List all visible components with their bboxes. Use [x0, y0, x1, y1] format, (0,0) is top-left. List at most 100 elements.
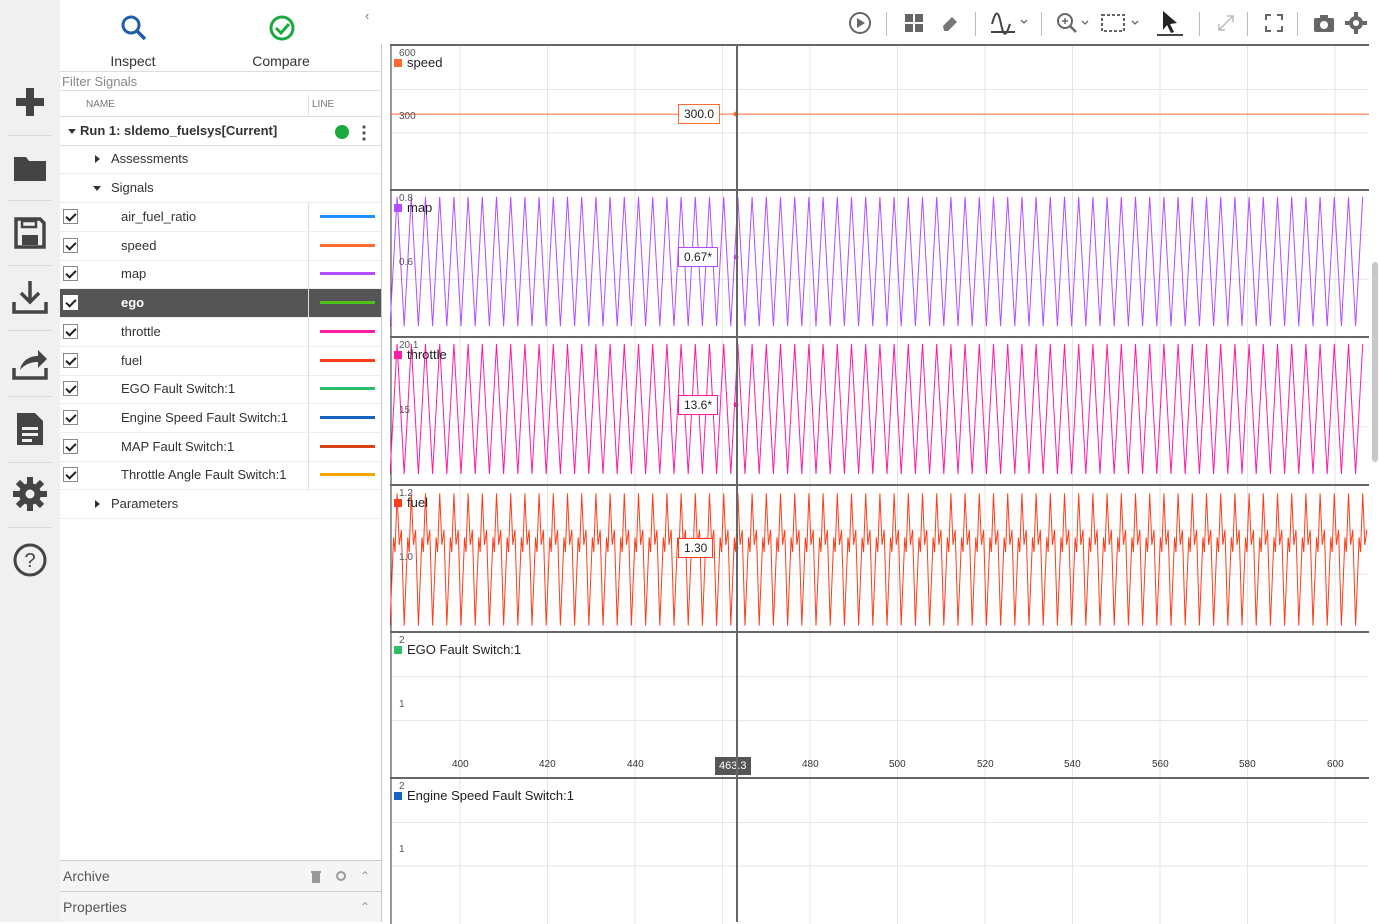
play-icon[interactable]: [847, 10, 873, 36]
subplot-fuel[interactable]: 1.2 1.0 fuel 1.30: [390, 484, 1369, 633]
signal-row[interactable]: throttle: [60, 317, 381, 347]
chevron-up-icon[interactable]: ⌃: [360, 892, 370, 922]
save-icon[interactable]: [6, 206, 54, 260]
archive-panel[interactable]: Archive ⌃: [60, 860, 381, 891]
y-tick-label: 15: [399, 404, 411, 416]
tab-compare[interactable]: Compare: [226, 6, 336, 69]
signal-name: speed: [121, 237, 157, 253]
line-color-swatch[interactable]: [320, 243, 375, 247]
cursor-time-label[interactable]: 463.3: [715, 757, 751, 775]
group-signals-label: Signals: [111, 180, 154, 195]
fit-to-view-icon[interactable]: [1099, 10, 1141, 36]
vertical-scrollbar[interactable]: [1372, 262, 1378, 462]
x-tick-label: 560: [1152, 759, 1169, 770]
signal-row[interactable]: EGO Fault Switch:1: [60, 375, 381, 405]
settings-gear-icon[interactable]: [1343, 10, 1369, 36]
y-tick-label: 300: [399, 111, 416, 123]
signal-checkbox[interactable]: [63, 352, 78, 368]
signal-name: ego: [121, 295, 145, 311]
cursor-value-label: 13.6*: [678, 394, 719, 415]
subplot-legend: Engine Speed Fault Switch:1: [394, 788, 574, 803]
chevron-up-icon[interactable]: ⌃: [360, 861, 370, 891]
layout-grid-icon[interactable]: [901, 10, 927, 36]
camera-icon[interactable]: [1311, 10, 1337, 36]
signal-row[interactable]: speed: [60, 231, 381, 261]
x-tick-label: 440: [627, 759, 644, 770]
subplot-throttle[interactable]: 20.1 15 throttle 13.6*: [390, 336, 1369, 486]
signal-checkbox[interactable]: [63, 266, 78, 282]
plus-icon[interactable]: [6, 75, 54, 129]
signal-row[interactable]: Engine Speed Fault Switch:1: [60, 403, 381, 433]
folder-icon[interactable]: [6, 140, 54, 194]
properties-label: Properties: [63, 899, 127, 915]
more-options-icon[interactable]: [362, 123, 366, 141]
subplot-engine-speed-fault-switch-1[interactable]: 2 1 Engine Speed Fault Switch:1: [390, 777, 1369, 924]
signal-row[interactable]: fuel: [60, 346, 381, 376]
signal-row[interactable]: MAP Fault Switch:1: [60, 432, 381, 462]
run-row[interactable]: Run 1: sldemo_fuelsys[Current]: [60, 116, 381, 146]
signal-checkbox[interactable]: [63, 467, 78, 483]
chevron-down-icon[interactable]: [93, 186, 101, 191]
help-icon[interactable]: ?: [6, 533, 54, 587]
signal-checkbox[interactable]: [63, 438, 78, 454]
signal-row[interactable]: ego: [60, 289, 381, 319]
signal-name: throttle: [121, 323, 161, 339]
tab-inspect[interactable]: Inspect: [78, 6, 188, 74]
line-color-swatch[interactable]: [320, 387, 375, 391]
group-assessments[interactable]: Assessments: [60, 145, 381, 174]
signal-row[interactable]: map: [60, 260, 381, 290]
run-status-indicator: [335, 125, 349, 139]
subplot-legend: fuel: [394, 495, 428, 510]
line-color-swatch[interactable]: [320, 415, 375, 419]
expand-icon[interactable]: [1213, 10, 1239, 36]
plot-area[interactable]: 600 300 speed 300.0 0.8 0.6 map 0.67* 20.1 15 thro…: [381, 44, 1379, 924]
subplot-ego-fault-switch-1[interactable]: 2 1 EGO Fault Switch:1 400 420 440 480 500 520 54…: [390, 631, 1369, 779]
x-tick-label: 500: [889, 759, 906, 770]
chevron-right-icon[interactable]: [95, 500, 100, 508]
group-signals[interactable]: Signals: [60, 174, 381, 203]
legend-label: Engine Speed Fault Switch:1: [407, 788, 574, 803]
line-color-swatch[interactable]: [320, 473, 375, 477]
signal-checkbox[interactable]: [63, 295, 78, 311]
properties-panel[interactable]: Properties ⌃: [60, 891, 381, 922]
signal-checkbox[interactable]: [63, 409, 78, 425]
subplot-map[interactable]: 0.8 0.6 map 0.67*: [390, 189, 1369, 338]
gear-icon[interactable]: [335, 870, 347, 882]
signal-checkbox[interactable]: [63, 381, 78, 397]
cursor-value-label: 300.0: [678, 104, 721, 125]
archive-label: Archive: [63, 868, 110, 884]
document-icon[interactable]: [6, 402, 54, 456]
line-color-swatch[interactable]: [320, 215, 375, 218]
gear-icon[interactable]: [6, 467, 54, 521]
line-color-swatch[interactable]: [320, 358, 375, 362]
line-color-swatch[interactable]: [320, 444, 375, 448]
signal-checkbox[interactable]: [63, 209, 78, 224]
fullscreen-icon[interactable]: [1261, 10, 1287, 36]
data-cursor-line[interactable]: [736, 44, 738, 922]
signal-checkbox[interactable]: [63, 323, 78, 339]
signal-name: EGO Fault Switch:1: [121, 381, 236, 397]
collapse-panel-icon[interactable]: ‹: [365, 8, 369, 23]
cursor-pointer-icon[interactable]: [1153, 10, 1187, 36]
chevron-down-icon[interactable]: [68, 129, 76, 134]
line-color-swatch[interactable]: [320, 301, 375, 305]
line-color-swatch[interactable]: [320, 272, 375, 276]
line-color-swatch[interactable]: [320, 329, 375, 333]
legend-label: EGO Fault Switch:1: [407, 642, 522, 657]
chevron-right-icon[interactable]: [95, 155, 100, 163]
group-parameters[interactable]: Parameters: [60, 490, 381, 519]
y-tick-label: 1: [399, 698, 405, 710]
share-icon[interactable]: [6, 336, 54, 390]
signal-row[interactable]: Throttle Angle Fault Switch:1: [60, 461, 381, 491]
subplot-speed[interactable]: 600 300 speed 300.0: [390, 44, 1369, 191]
trash-icon[interactable]: [310, 869, 322, 883]
download-icon[interactable]: [6, 270, 54, 324]
eraser-icon[interactable]: [937, 10, 963, 36]
signal-row[interactable]: air_fuel_ratio: [60, 203, 381, 232]
filter-signals-input[interactable]: [60, 71, 380, 91]
signal-name: air_fuel_ratio: [121, 209, 197, 224]
zoom-in-icon[interactable]: [1055, 10, 1091, 36]
signal-style-icon[interactable]: [989, 10, 1029, 36]
signal-checkbox[interactable]: [63, 237, 78, 253]
legend-label: map: [407, 200, 433, 215]
